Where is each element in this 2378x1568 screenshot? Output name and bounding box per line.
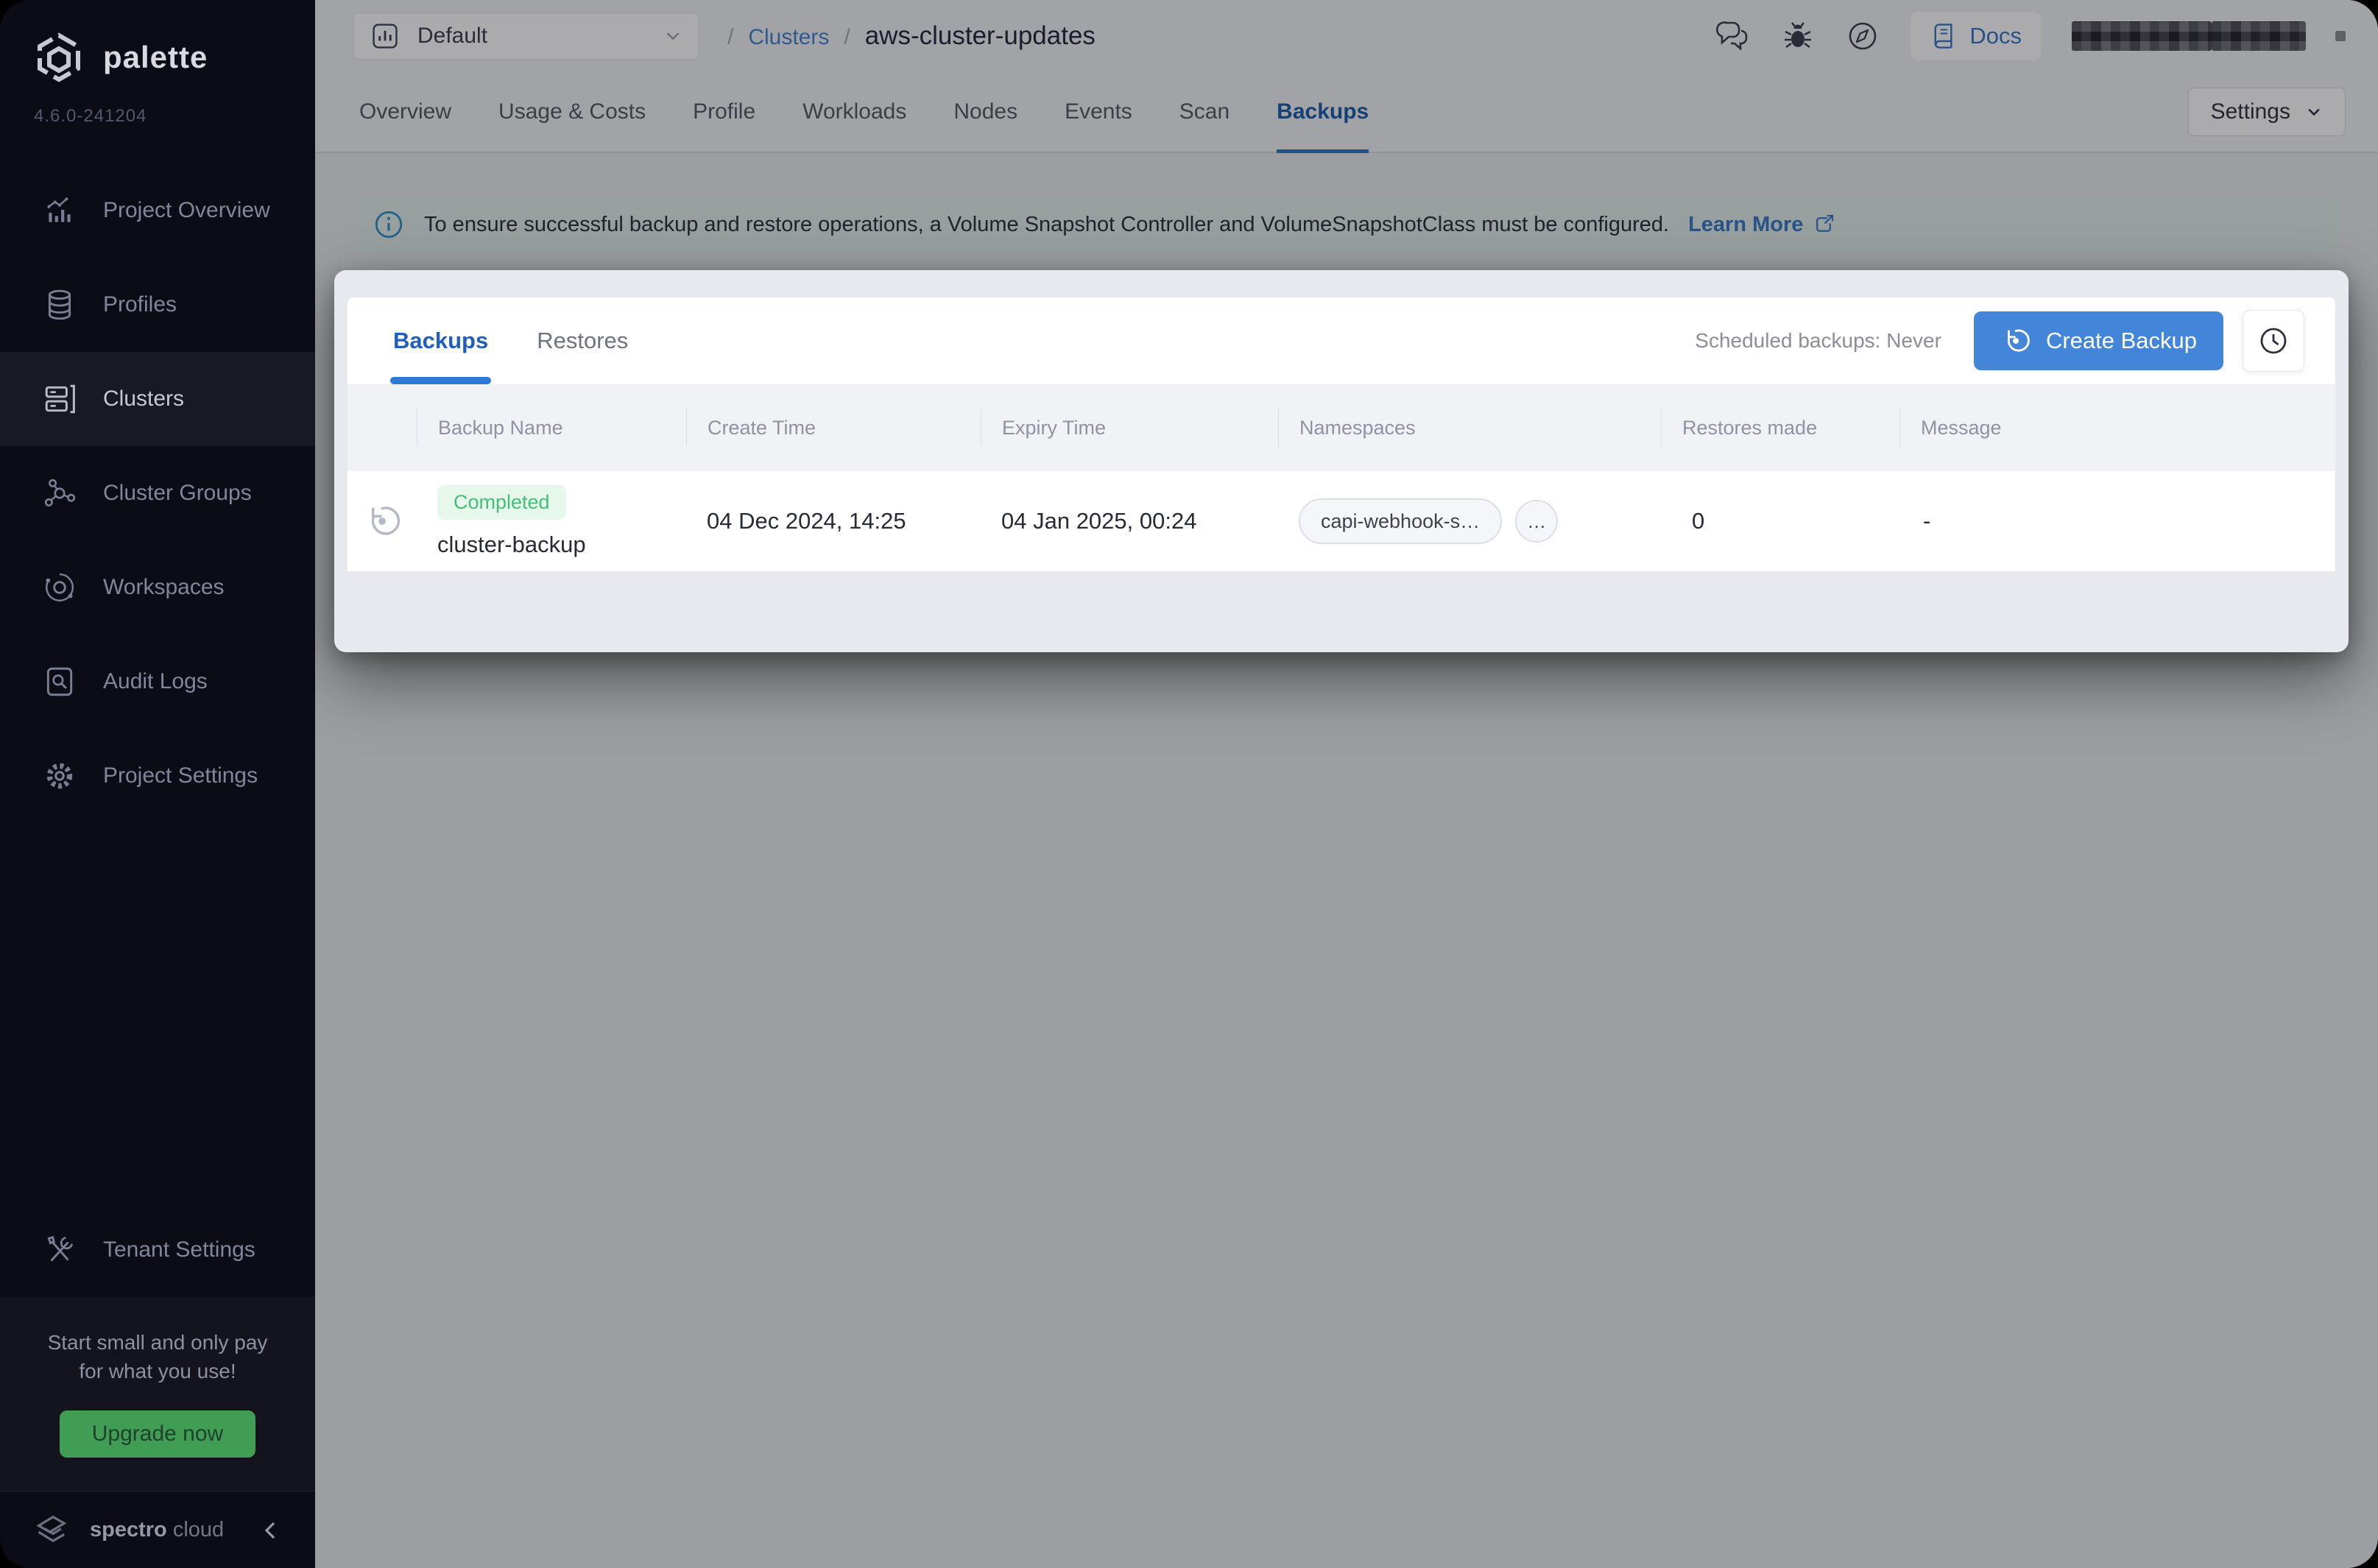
backups-panel-inner: Backups Restores Scheduled backups: Neve…	[347, 297, 2335, 571]
column-header-backup-name: Backup Name	[417, 409, 686, 447]
table-row[interactable]: Completed cluster-backup 04 Dec 2024, 14…	[347, 471, 2335, 571]
create-backup-label: Create Backup	[2045, 328, 2197, 353]
sidebar-item-label: Profiles	[103, 292, 177, 317]
sidebar-nav: Project Overview Profiles Clusters Clust…	[0, 163, 315, 823]
bar-chart-icon	[47, 197, 71, 222]
sidebar: palette 4.6.0-241204 Project Overview Pr…	[0, 0, 315, 1568]
promo-text-line1: Start small and only pay	[47, 1330, 268, 1354]
column-header-message: Message	[1899, 409, 2335, 447]
scheduled-backups-status: Scheduled backups: Never	[1695, 329, 1941, 352]
header-spacer	[347, 409, 417, 447]
sidebar-item-label: Project Overview	[103, 198, 270, 222]
spectro-cloud-logo-icon	[36, 1515, 67, 1542]
panel-tab-backups[interactable]: Backups	[389, 297, 492, 384]
schedule-backup-button[interactable]	[2243, 310, 2304, 372]
footer-brand: spectro cloud	[90, 1518, 224, 1542]
gear-icon	[46, 763, 73, 789]
upgrade-now-button[interactable]: Upgrade now	[59, 1410, 256, 1458]
main-content: Default / Clusters / aws-cluster-updates	[315, 0, 2378, 1568]
collapse-sidebar-icon[interactable]	[261, 1520, 281, 1541]
tools-icon	[47, 1235, 74, 1262]
backups-panel: Backups Restores Scheduled backups: Neve…	[334, 270, 2349, 652]
promo-text-line2: for what you use!	[79, 1359, 236, 1382]
app-version: 4.6.0-241204	[34, 106, 147, 126]
sidebar-item-audit-logs[interactable]: Audit Logs	[0, 635, 315, 729]
sidebar-item-workspaces[interactable]: Workspaces	[0, 540, 315, 635]
namespaces-more-chip[interactable]: …	[1515, 500, 1559, 543]
namespaces-cell: capi-webhook-s… …	[1278, 498, 1661, 544]
app-window: palette 4.6.0-241204 Project Overview Pr…	[0, 0, 2378, 1568]
sidebar-item-cluster-groups[interactable]: Cluster Groups	[0, 446, 315, 540]
message-cell: -	[1923, 508, 1931, 534]
sidebar-item-label: Workspaces	[103, 575, 225, 599]
restore-icon	[371, 506, 401, 535]
brand-name: palette	[103, 40, 208, 74]
column-header-restores-made: Restores made	[1661, 409, 1899, 447]
sidebar-item-clusters[interactable]: Clusters	[0, 352, 315, 446]
sidebar-item-label: Tenant Settings	[103, 1237, 255, 1262]
row-restore-action[interactable]	[347, 501, 417, 541]
footer-brand-light: cloud	[172, 1518, 225, 1541]
sidebar-item-tenant-settings[interactable]: Tenant Settings	[0, 1203, 315, 1297]
sidebar-item-label: Project Settings	[103, 763, 258, 788]
upgrade-promo: Start small and only pay for what you us…	[0, 1296, 315, 1491]
sidebar-item-project-overview[interactable]: Project Overview	[0, 163, 315, 258]
layers-icon	[48, 289, 71, 320]
audit-icon	[46, 667, 73, 696]
modal-dim-overlay	[315, 0, 2378, 1568]
server-icon	[45, 384, 75, 414]
status-badge: Completed	[437, 484, 566, 520]
sidebar-item-label: Audit Logs	[103, 669, 208, 693]
sidebar-footer: spectro cloud	[0, 1491, 315, 1568]
create-time-cell: 04 Dec 2024, 14:25	[707, 508, 906, 534]
network-icon	[44, 478, 76, 507]
backup-name: cluster-backup	[437, 531, 586, 557]
namespace-chip[interactable]: capi-webhook-s…	[1299, 498, 1503, 544]
backup-name-cell: Completed cluster-backup	[417, 484, 686, 558]
column-header-namespaces: Namespaces	[1278, 409, 1661, 447]
brand-row: palette	[0, 0, 315, 84]
clock-icon	[2260, 328, 2287, 354]
sidebar-item-label: Clusters	[103, 386, 185, 411]
sidebar-item-project-settings[interactable]: Project Settings	[0, 729, 315, 823]
restores-made-cell: 0	[1692, 508, 1705, 534]
sidebar-item-label: Cluster Groups	[103, 481, 252, 505]
backups-panel-tabbar: Backups Restores Scheduled backups: Neve…	[347, 297, 2335, 384]
backups-table-header: Backup Name Create Time Expiry Time Name…	[347, 384, 2335, 471]
column-header-expiry-time: Expiry Time	[981, 409, 1278, 447]
footer-brand-bold: spectro	[90, 1518, 167, 1541]
panel-tab-restores[interactable]: Restores	[537, 297, 628, 384]
column-header-create-time: Create Time	[686, 409, 981, 447]
create-backup-button[interactable]: Create Backup	[1973, 311, 2223, 370]
sidebar-item-profiles[interactable]: Profiles	[0, 258, 315, 352]
orbit-icon	[46, 573, 74, 601]
backup-restore-icon	[2007, 329, 2030, 352]
expiry-time-cell: 04 Jan 2025, 00:24	[1001, 508, 1197, 534]
palette-logo-icon	[38, 32, 80, 82]
